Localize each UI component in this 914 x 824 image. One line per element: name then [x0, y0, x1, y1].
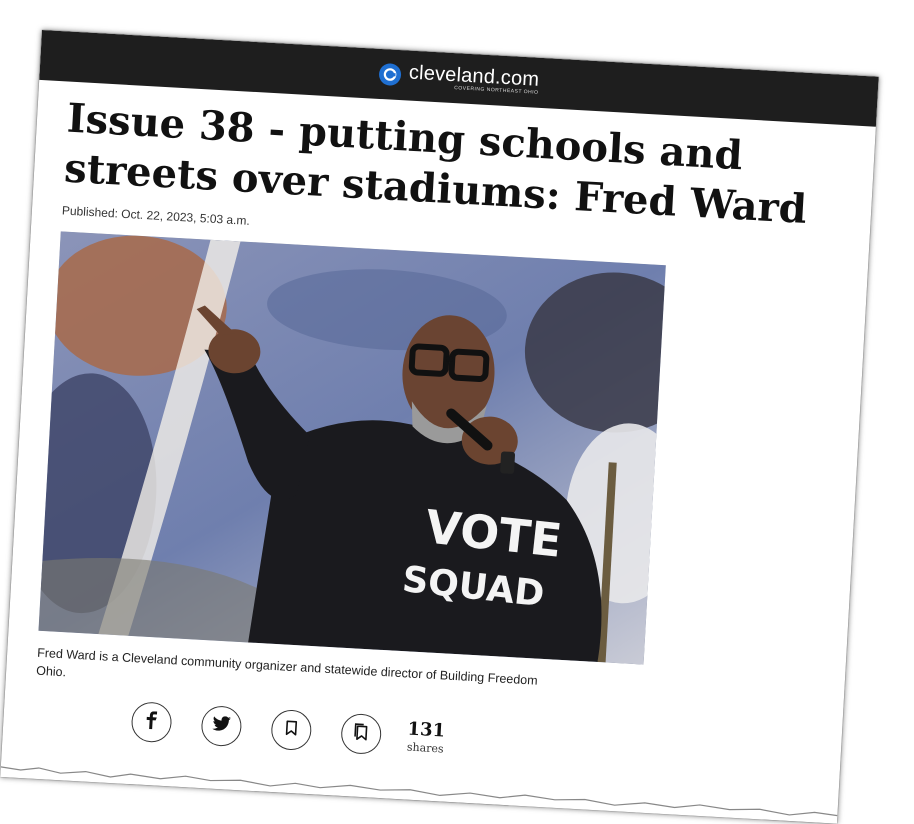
saved-list-button[interactable] [340, 713, 382, 755]
twitter-share-button[interactable] [200, 705, 242, 747]
twitter-icon [212, 716, 231, 737]
facebook-share-button[interactable] [130, 701, 172, 743]
torn-paper-edge [0, 761, 838, 824]
site-logo[interactable]: cleveland.com COVERING NORTHEAST OHIO [378, 61, 540, 96]
article-photo[interactable]: VOTE SQUAD [38, 231, 665, 664]
share-counter: 131 shares [406, 720, 445, 755]
bookmark-button[interactable] [270, 709, 312, 751]
photo-illustration: VOTE SQUAD [38, 231, 665, 664]
share-label: shares [407, 740, 444, 755]
saved-list-icon [353, 722, 370, 746]
published-date: Published: Oct. 22, 2023, 5:03 a.m. [62, 203, 251, 227]
newspaper-clipping: cleveland.com COVERING NORTHEAST OHIO Is… [0, 30, 878, 824]
share-bar: 131 shares [130, 701, 445, 758]
bookmark-icon [285, 719, 298, 741]
cleveland-logo-icon [378, 63, 401, 86]
share-count: 131 [407, 720, 446, 740]
facebook-icon [145, 710, 158, 734]
